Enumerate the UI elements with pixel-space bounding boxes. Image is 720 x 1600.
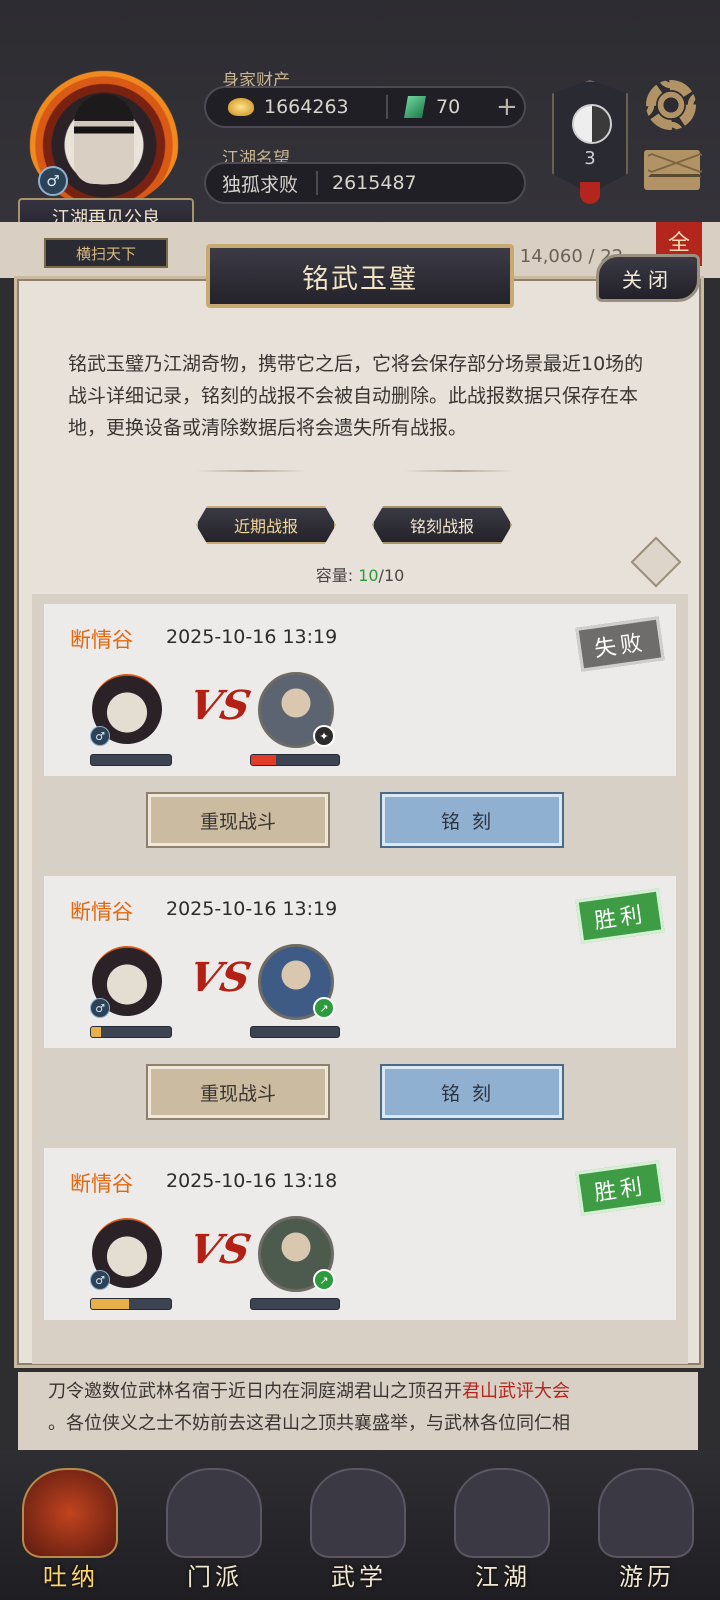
nav-label: 武学 bbox=[331, 1563, 387, 1591]
gold-amount: 1664263 bbox=[264, 96, 349, 118]
nav-martial-arts[interactable]: 武学 bbox=[300, 1462, 418, 1592]
enemy-rank-badge-icon: ↗ bbox=[313, 1269, 335, 1291]
tassel-decoration bbox=[580, 182, 600, 204]
bamboo-hat-icon bbox=[454, 1468, 550, 1558]
mail-icon[interactable] bbox=[644, 150, 702, 190]
result-stamp-loss: 失败 bbox=[575, 616, 665, 672]
player-hp-bar bbox=[90, 754, 172, 766]
nav-jianghu[interactable]: 江湖 bbox=[444, 1462, 562, 1592]
enemy-hp-bar bbox=[250, 1298, 340, 1310]
vs-mark: VS bbox=[185, 682, 255, 729]
male-gender-icon: ♂ bbox=[90, 998, 110, 1018]
replay-battle-button[interactable]: 重现战斗 bbox=[148, 794, 328, 846]
capacity-indicator: 容量: 10/10 bbox=[0, 562, 720, 586]
yin-yang-icon bbox=[572, 104, 612, 144]
record-summary: 断情谷 2025-10-16 13:18 胜利 ♂ VS ↗ bbox=[44, 1148, 676, 1320]
result-stamp-win: 胜利 bbox=[575, 1160, 665, 1216]
record-summary: 断情谷 2025-10-16 13:19 失败 ♂ VS ✦ bbox=[44, 604, 676, 776]
nav-sect[interactable]: 门派 bbox=[156, 1462, 274, 1592]
enemy-avatar: ↗ bbox=[258, 944, 335, 1020]
engrave-button[interactable]: 铭刻 bbox=[382, 794, 562, 846]
record-time: 2025-10-16 13:19 bbox=[166, 898, 338, 920]
player-portrait bbox=[74, 94, 134, 184]
ornament-divider-left bbox=[196, 470, 306, 472]
result-stamp-win: 胜利 bbox=[575, 888, 665, 944]
announcement-text: 刀令邀数位武林名宿于近日内在洞庭湖君山之顶召开 bbox=[48, 1381, 462, 1402]
settings-gear-icon[interactable] bbox=[646, 80, 696, 130]
enemy-hp-fill bbox=[251, 755, 276, 765]
player-title-plate: 横扫天下 bbox=[44, 238, 168, 268]
close-button[interactable]: 关闭 bbox=[596, 254, 700, 302]
replay-battle-button[interactable]: 重现战斗 bbox=[148, 1066, 328, 1118]
jade-icon bbox=[404, 96, 426, 118]
enemy-avatar: ✦ bbox=[258, 672, 335, 748]
dialog-title: 铭武玉璧 bbox=[206, 244, 514, 308]
meditation-figure-icon bbox=[22, 1468, 118, 1558]
enemy-rank-badge-icon: ↗ bbox=[313, 997, 335, 1019]
scroll-book-icon bbox=[310, 1468, 406, 1558]
divider bbox=[386, 95, 388, 119]
announcement-highlight[interactable]: 君山武评大会 bbox=[462, 1381, 570, 1402]
record-location: 断情谷 bbox=[70, 900, 133, 924]
tab-recent-reports[interactable]: 近期战报 bbox=[196, 506, 336, 544]
enemy-hp-bar bbox=[250, 1026, 340, 1038]
ornament-divider-right bbox=[404, 470, 514, 472]
announcement-text: 。各位侠义之士不妨前去这君山之顶共襄盛举，与武林各位同仁相 bbox=[48, 1413, 570, 1434]
tab-engraved-reports[interactable]: 铭刻战报 bbox=[372, 506, 512, 544]
record-location: 断情谷 bbox=[70, 628, 133, 652]
capacity-max: /10 bbox=[378, 566, 405, 585]
fame-bar: 独孤求败 2615487 bbox=[204, 162, 526, 204]
record-time: 2025-10-16 13:19 bbox=[166, 626, 338, 648]
engrave-button[interactable]: 铭刻 bbox=[382, 1066, 562, 1118]
announcement-scroll: 刀令邀数位武林名宿于近日内在洞庭湖君山之顶召开君山武评大会 。各位侠义之士不妨前… bbox=[18, 1372, 698, 1452]
record-actions: 重现战斗 铭刻 bbox=[44, 776, 676, 870]
fame-title: 独孤求败 bbox=[222, 173, 299, 196]
fame-value: 2615487 bbox=[332, 172, 417, 194]
vs-mark: VS bbox=[185, 954, 255, 1001]
dialog-description: 铭武玉璧乃江湖奇物，携带它之后，它将会保存部分场景最近10场的战斗详细记录，铭刻… bbox=[68, 353, 644, 439]
player-hp-fill bbox=[91, 1027, 101, 1037]
sect-banner-icon bbox=[166, 1468, 262, 1558]
record-card: 断情谷 2025-10-16 13:18 胜利 ♂ VS ↗ bbox=[44, 1148, 676, 1320]
gold-ingot-icon bbox=[228, 98, 254, 116]
nav-tuna[interactable]: 吐纳 bbox=[12, 1462, 130, 1592]
male-gender-icon: ♂ bbox=[38, 166, 68, 196]
record-summary: 断情谷 2025-10-16 13:19 胜利 ♂ VS ↗ bbox=[44, 876, 676, 1048]
nav-label: 江湖 bbox=[475, 1563, 531, 1591]
capacity-label: 容量: bbox=[315, 566, 354, 585]
record-actions: 重现战斗 铭刻 bbox=[44, 1048, 676, 1142]
male-gender-icon: ♂ bbox=[90, 1270, 110, 1290]
enemy-hp-bar bbox=[250, 754, 340, 766]
nav-label: 吐纳 bbox=[43, 1563, 99, 1591]
nav-travel[interactable]: 游历 bbox=[588, 1462, 706, 1592]
rank-emblem[interactable]: 3 bbox=[552, 80, 628, 194]
vs-mark: VS bbox=[185, 1226, 255, 1273]
jade-amount: 70 bbox=[436, 96, 461, 118]
record-list[interactable]: 断情谷 2025-10-16 13:19 失败 ♂ VS ✦ 重现战斗 铭刻 断… bbox=[32, 594, 688, 1364]
divider bbox=[316, 171, 318, 195]
enemy-avatar: ↗ bbox=[258, 1216, 335, 1292]
nav-label: 门派 bbox=[187, 1563, 243, 1591]
white-horse-icon bbox=[598, 1468, 694, 1558]
add-currency-button[interactable]: + bbox=[496, 92, 518, 122]
record-location: 断情谷 bbox=[70, 1172, 133, 1196]
player-hp-bar bbox=[90, 1298, 172, 1310]
player-avatar-small: ♂ bbox=[90, 946, 162, 1018]
emblem-level: 3 bbox=[584, 148, 596, 169]
player-hp-bar bbox=[90, 1026, 172, 1038]
record-card: 断情谷 2025-10-16 13:19 失败 ♂ VS ✦ 重现战斗 铭刻 bbox=[44, 604, 676, 870]
capacity-current: 10 bbox=[358, 566, 379, 585]
male-gender-icon: ♂ bbox=[90, 726, 110, 746]
bottom-nav: 吐纳 门派 武学 江湖 游历 bbox=[0, 1450, 720, 1600]
player-avatar-small: ♂ bbox=[90, 674, 162, 746]
enemy-rank-badge-icon: ✦ bbox=[313, 725, 335, 747]
record-time: 2025-10-16 13:18 bbox=[166, 1170, 338, 1192]
wealth-bar: 1664263 70 + bbox=[204, 86, 526, 128]
player-avatar-small: ♂ bbox=[90, 1218, 162, 1290]
record-card: 断情谷 2025-10-16 13:19 胜利 ♂ VS ↗ 重现战斗 铭刻 bbox=[44, 876, 676, 1142]
nav-label: 游历 bbox=[619, 1563, 675, 1591]
player-hp-fill bbox=[91, 1299, 130, 1309]
